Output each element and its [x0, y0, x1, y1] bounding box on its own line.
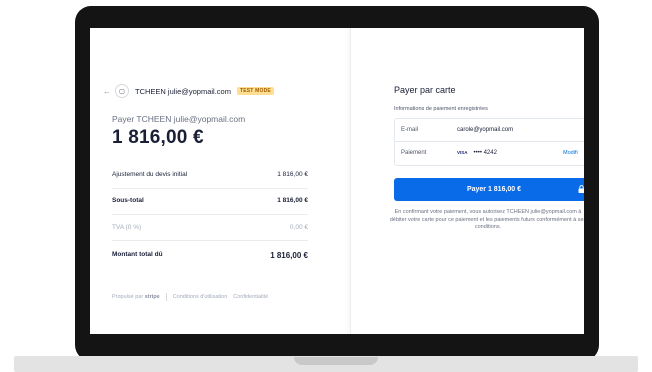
payment-key: Paiement: [401, 150, 427, 156]
tax-value: 0,00 €: [289, 224, 308, 231]
back-arrow-icon[interactable]: ←: [103, 87, 111, 96]
email-value: carole@yopmail.com: [457, 127, 514, 133]
line-item-label: Ajustement du devis initial: [112, 171, 188, 178]
tax-row: TVA (0 %) 0,00 €: [112, 224, 308, 231]
email-key: E-mail: [401, 127, 419, 133]
line-item: Ajustement du devis initial 1 816,00 €: [112, 171, 308, 178]
merchant-logo: ▢: [115, 84, 129, 98]
terms-link[interactable]: Conditions d'utilisation: [173, 294, 228, 300]
saved-info-label: Informations de paiement enregistrées: [394, 106, 488, 112]
subtotal-row: Sous-total 1 816,00 €: [112, 197, 308, 204]
lock-icon: [578, 185, 584, 193]
subtotal-value: 1 816,00 €: [277, 197, 308, 204]
privacy-link[interactable]: Confidentialité: [233, 294, 268, 300]
card-info: VISA •••• 4242: [457, 150, 497, 156]
pay-label: Payer TCHEEN julie@yopmail.com: [112, 114, 246, 124]
divider: [112, 214, 308, 215]
divider: [112, 188, 308, 189]
checkout-screen: ← ▢ TCHEEN julie@yopmail.com TEST MODE P…: [90, 28, 584, 334]
card-masked-number: •••• 4242: [473, 150, 497, 156]
order-summary-pane: ← ▢ TCHEEN julie@yopmail.com TEST MODE P…: [90, 28, 350, 334]
powered-by-text: Propulsé par stripe: [112, 294, 160, 300]
total-due-row: Montant total dû 1 816,00 €: [112, 251, 308, 260]
line-item-value: 1 816,00 €: [277, 171, 308, 178]
divider: [112, 240, 308, 241]
test-mode-badge: TEST MODE: [236, 87, 274, 95]
consent-text: En confirmant votre paiement, vous autor…: [389, 209, 584, 230]
total-due-label: Montant total dû: [112, 251, 163, 258]
payment-title-text: Payer par carte: [394, 85, 456, 95]
footer-divider: [165, 293, 167, 301]
footer: Propulsé par stripe Conditions d'utilisa…: [112, 293, 268, 301]
stripe-logo[interactable]: stripe: [145, 294, 160, 300]
total-due-value: 1 816,00 €: [270, 251, 308, 260]
visa-icon: VISA: [457, 150, 468, 155]
pay-button-label: Payer 1 816,00 €: [466, 186, 522, 193]
modify-link[interactable]: Modifi: [563, 150, 578, 156]
subtotal-label: Sous-total: [112, 197, 144, 204]
pay-button[interactable]: Payer 1 816,00 €: [394, 178, 584, 201]
saved-payment-box: E-mail carole@yopmail.com Paiement VISA •…: [394, 118, 584, 166]
payment-row[interactable]: Paiement VISA •••• 4242 Modifi: [395, 142, 584, 164]
laptop-notch: [294, 357, 378, 365]
email-row[interactable]: E-mail carole@yopmail.com: [395, 119, 584, 141]
merchant-name: TCHEEN julie@yopmail.com: [135, 86, 231, 96]
tax-label: TVA (0 %): [112, 224, 142, 231]
merchant-header: ← ▢ TCHEEN julie@yopmail.com TEST MODE: [103, 84, 274, 98]
total-amount: 1 816,00 €: [112, 127, 204, 148]
